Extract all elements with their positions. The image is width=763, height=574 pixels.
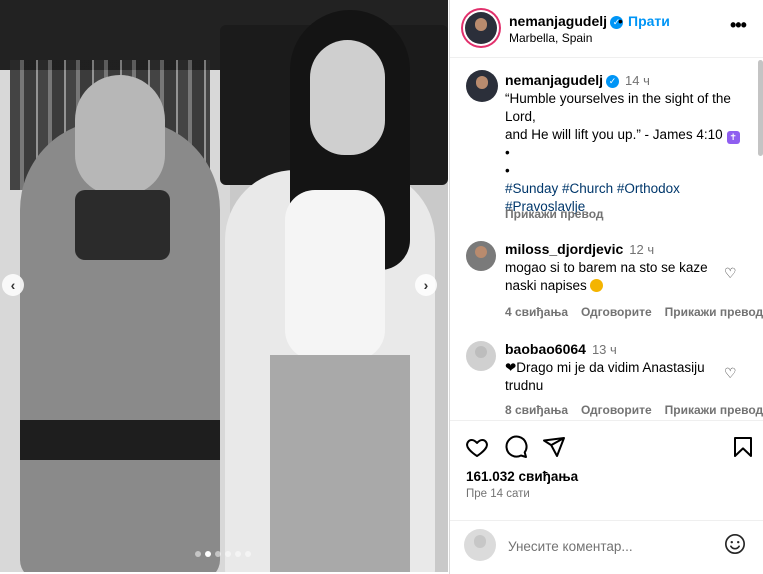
commenter-username[interactable]: baobao6064 <box>505 341 586 357</box>
follow-button[interactable]: Прати <box>628 13 670 29</box>
comment-like-heart-icon[interactable]: ♡ <box>724 365 737 382</box>
caption-author-avatar[interactable] <box>466 70 498 102</box>
smile-emoji-icon <box>589 279 603 292</box>
photo-person-left <box>20 75 220 572</box>
comment-meta: 8 свиђања Одговорите Прикажи превод <box>505 403 763 417</box>
emoji-picker-icon[interactable] <box>724 533 746 555</box>
verified-badge-icon: ✓ <box>606 75 620 88</box>
caption-hashtags[interactable]: #Sunday #Church #Orthodox <box>505 180 755 198</box>
post-photo[interactable]: ‹ › <box>0 0 448 572</box>
caption-text: “Humble yourselves in the sight of the L… <box>505 90 755 216</box>
post-actions: 161.032 свиђања Пре 14 сати <box>450 420 763 522</box>
author-username[interactable]: nemanjagudelj <box>509 13 607 29</box>
carousel-dots <box>195 551 251 557</box>
comments-list[interactable]: nemanjagudelj ✓ 14 ч “Humble yourselves in… <box>450 58 763 420</box>
caption-time: 14 ч <box>625 73 650 88</box>
carousel-dot <box>195 551 201 557</box>
comment-text: mogao si to barem na sto se kaze naski n… <box>505 260 708 293</box>
author-username-row[interactable]: nemanjagudelj ✓ <box>509 13 624 29</box>
caption-bullet: • <box>505 163 510 178</box>
share-send-icon[interactable] <box>542 435 566 459</box>
comment-likes-count[interactable]: 4 свиђања <box>505 305 568 319</box>
like-heart-icon[interactable] <box>465 435 489 459</box>
comment-bubble-icon[interactable] <box>504 435 528 459</box>
comment-meta: 4 свиђања Одговорите Прикажи превод <box>505 305 763 319</box>
commenter-avatar[interactable] <box>466 341 496 371</box>
carousel-dot <box>245 551 251 557</box>
post-timestamp[interactable]: Пре 14 сати <box>466 488 530 500</box>
comment-reply-button[interactable]: Одговорите <box>581 403 652 417</box>
save-bookmark-icon[interactable] <box>731 435 755 459</box>
carousel-dot-active <box>205 551 211 557</box>
comment-input[interactable] <box>508 535 708 557</box>
cross-emoji-icon: ✝ <box>726 131 740 144</box>
more-options-icon[interactable]: ••• <box>730 15 747 36</box>
carousel-next-button[interactable]: › <box>415 274 437 296</box>
caption-line: “Humble yourselves in the sight of the <box>505 91 731 106</box>
author-avatar[interactable] <box>465 12 497 44</box>
post-header: nemanjagudelj ✓ • Прати Marbella, Spain •… <box>450 0 763 58</box>
commenter-username[interactable]: miloss_djordjevic <box>505 241 623 257</box>
post-location[interactable]: Marbella, Spain <box>509 31 592 45</box>
comment-translate-link[interactable]: Прикажи превод <box>665 403 763 417</box>
caption-line: and He will lift you up.” - James 4:10 ✝ <box>505 126 755 144</box>
commenter-avatar[interactable] <box>466 241 496 271</box>
caption-username[interactable]: nemanjagudelj <box>505 72 603 88</box>
add-comment-bar <box>450 520 763 574</box>
comment-likes-count[interactable]: 8 свиђања <box>505 403 568 417</box>
comment-reply-button[interactable]: Одговорите <box>581 305 652 319</box>
caption-bullet: • <box>505 145 510 160</box>
caption-line: Lord, <box>505 109 536 124</box>
comment-like-heart-icon[interactable]: ♡ <box>724 265 737 282</box>
carousel-prev-button[interactable]: ‹ <box>2 274 24 296</box>
current-user-avatar <box>464 529 496 561</box>
comment-header: miloss_djordjevic 12 ч <box>505 241 654 257</box>
comment-time: 12 ч <box>629 242 655 257</box>
carousel-dot <box>225 551 231 557</box>
caption-translate-link[interactable]: Прикажи превод <box>505 207 604 221</box>
caption-header: nemanjagudelj ✓ 14 ч <box>505 72 650 88</box>
comment-header: baobao6064 13 ч <box>505 341 617 357</box>
post-side-panel: nemanjagudelj ✓ • Прати Marbella, Spain •… <box>449 0 763 574</box>
comments-scrollbar[interactable] <box>758 58 763 420</box>
carousel-dot <box>215 551 221 557</box>
comment-text: ❤Drago mi je da vidim Anastasiju trudnu <box>505 360 705 393</box>
header-separator: • <box>618 13 623 29</box>
scrollbar-thumb[interactable] <box>758 60 763 156</box>
post-likes-count[interactable]: 161.032 свиђања <box>466 469 578 484</box>
comment-translate-link[interactable]: Прикажи превод <box>665 305 763 319</box>
carousel-dot <box>235 551 241 557</box>
comment-time: 13 ч <box>591 342 617 357</box>
photo-person-right <box>225 10 435 572</box>
